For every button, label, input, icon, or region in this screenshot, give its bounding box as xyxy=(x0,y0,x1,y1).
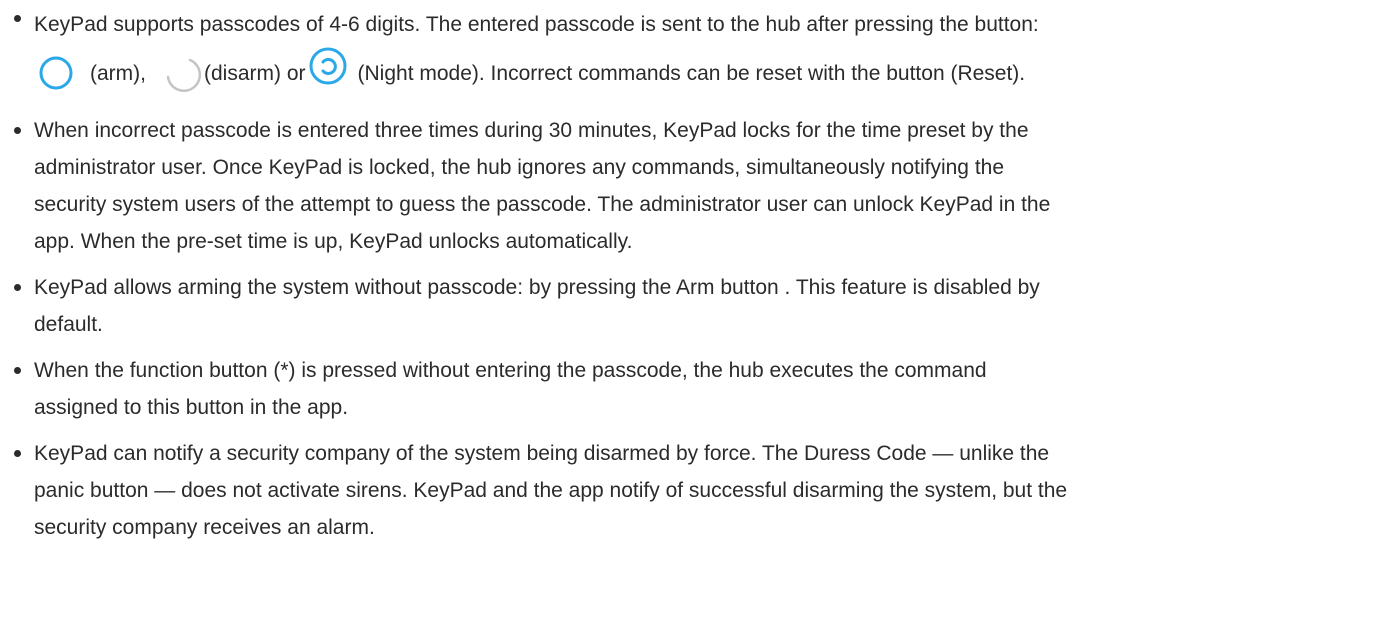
text-line: assigned to this button in the app. xyxy=(34,396,349,419)
arm-circle-icon xyxy=(34,51,78,95)
night-mode-icon xyxy=(306,44,350,88)
bullet-list: KeyPad supports passcodes of 4-6 digits.… xyxy=(0,0,1389,546)
list-item: When incorrect passcode is entered three… xyxy=(0,112,1389,260)
list-item: KeyPad can notify a security company of … xyxy=(0,435,1389,546)
bullet-dot xyxy=(14,284,21,291)
bullet-dot xyxy=(14,450,21,457)
list-item: KeyPad allows arming the system without … xyxy=(0,269,1389,343)
disarm-arc-icon xyxy=(160,51,204,95)
text-line: KeyPad supports passcodes of 4-6 digits.… xyxy=(34,13,1039,36)
arm-label: (arm), xyxy=(90,61,146,85)
text-line: When the function button (*) is pressed … xyxy=(34,359,987,382)
text-line: KeyPad can notify a security company of … xyxy=(34,442,1050,465)
bullet-dot xyxy=(14,127,21,134)
icon-line: (arm), (disarm) or (Night mode). Incorre… xyxy=(34,43,1389,103)
list-item: When the function button (*) is pressed … xyxy=(0,352,1389,426)
bullet-dot xyxy=(14,367,21,374)
bullet-dot xyxy=(14,15,21,22)
text-line: security system users of the attempt to … xyxy=(34,193,1051,216)
text-line: administrator user. Once KeyPad is locke… xyxy=(34,156,1005,179)
text-line: KeyPad allows arming the system without … xyxy=(34,276,1040,299)
text-line: app. When the pre-set time is up, KeyPad… xyxy=(34,230,633,253)
text-line: panic button — does not activate sirens.… xyxy=(34,479,1068,502)
text-line: default. xyxy=(34,313,103,336)
text-line: When incorrect passcode is entered three… xyxy=(34,119,1029,142)
disarm-label: (disarm) or xyxy=(204,61,306,85)
list-item: KeyPad supports passcodes of 4-6 digits.… xyxy=(0,0,1389,103)
night-label: (Night mode). Incorrect commands can be … xyxy=(357,61,1026,85)
text-line: security company receives an alarm. xyxy=(34,516,375,539)
